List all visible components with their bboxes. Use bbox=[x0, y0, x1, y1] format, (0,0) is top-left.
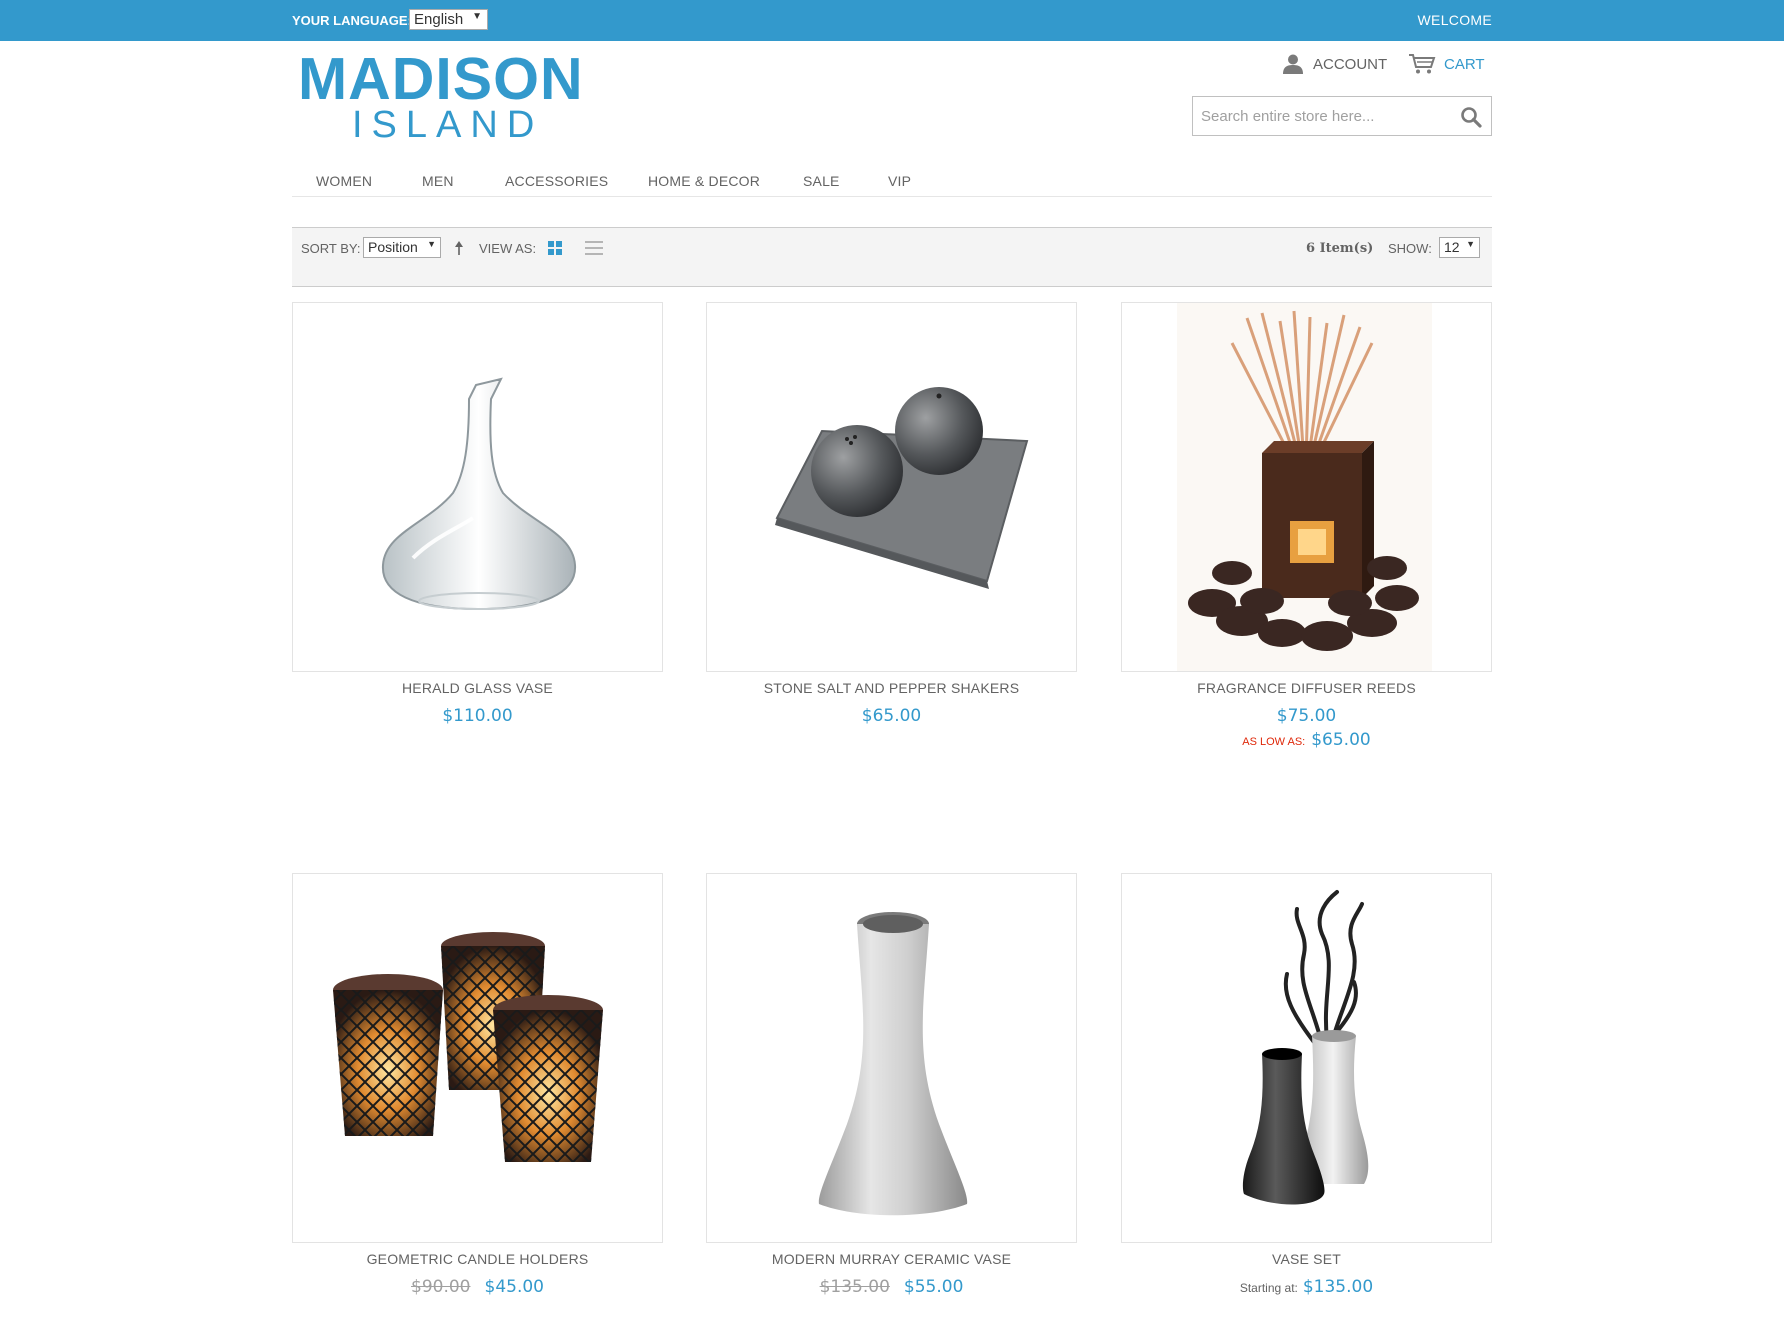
special-price: $45.00 bbox=[484, 1277, 544, 1297]
product-name[interactable]: MODERN MURRAY CERAMIC VASE bbox=[706, 1251, 1077, 1267]
user-icon bbox=[1283, 54, 1303, 74]
product-name[interactable]: VASE SET bbox=[1121, 1251, 1492, 1267]
chevron-down-icon: ▼ bbox=[427, 239, 436, 249]
product-image[interactable] bbox=[1121, 873, 1492, 1243]
old-price: $90.00 bbox=[411, 1277, 471, 1297]
nav-item-sale[interactable]: SALE bbox=[803, 173, 840, 189]
price-box: $65.00 bbox=[706, 706, 1077, 726]
search-icon bbox=[1461, 107, 1482, 128]
product-image[interactable] bbox=[706, 302, 1077, 672]
account-link[interactable]: ACCOUNT bbox=[1282, 52, 1387, 76]
product-image[interactable] bbox=[1121, 302, 1492, 672]
language-select[interactable]: English ▼ bbox=[409, 9, 488, 30]
product-toolbar: SORT BY: Position ▼ VIEW AS: 6 Item(s) S… bbox=[292, 227, 1492, 287]
cart-link[interactable]: CART bbox=[1408, 52, 1485, 76]
view-as-label: VIEW AS: bbox=[479, 241, 537, 256]
nav-item-home-decor[interactable]: HOME & DECOR bbox=[648, 173, 760, 189]
main-nav: WOMEN MEN ACCESSORIES HOME & DECOR SALE … bbox=[292, 166, 1492, 197]
list-view-icon[interactable] bbox=[585, 241, 603, 255]
language-label: YOUR LANGUAGE: bbox=[292, 13, 412, 28]
stone-shakers-image bbox=[775, 387, 1029, 589]
logo-sub-text: ISLAND bbox=[352, 104, 544, 146]
sort-by-select[interactable]: Position ▼ bbox=[363, 237, 441, 258]
sort-by-label: SORT BY: bbox=[301, 241, 361, 256]
price-box: Starting at: $135.00 bbox=[1121, 1277, 1492, 1297]
nav-item-accessories[interactable]: ACCESSORIES bbox=[505, 173, 608, 189]
grid-view-icon[interactable] bbox=[548, 241, 562, 255]
special-price: $55.00 bbox=[903, 1277, 964, 1297]
candle-holders-image bbox=[333, 932, 603, 1162]
product-card: GEOMETRIC CANDLE HOLDERS $90.00 $45.00 bbox=[292, 873, 663, 1297]
top-bar: YOUR LANGUAGE: English ▼ WELCOME bbox=[0, 0, 1784, 41]
product-card: VASE SET Starting at: $135.00 bbox=[1121, 873, 1492, 1297]
store-logo[interactable]: MADISON ISLAND bbox=[292, 41, 592, 151]
product-name[interactable]: FRAGRANCE DIFFUSER REEDS bbox=[1121, 680, 1492, 696]
product-name[interactable]: STONE SALT AND PEPPER SHAKERS bbox=[706, 680, 1077, 696]
items-count: 6 Item(s) bbox=[1306, 241, 1374, 256]
product-price: $65.00 bbox=[861, 706, 922, 726]
welcome-message: WELCOME bbox=[1417, 12, 1492, 28]
vase-set-image bbox=[1242, 890, 1369, 1205]
sort-by-value: Position bbox=[368, 239, 418, 255]
show-limit-select[interactable]: 12 ▼ bbox=[1439, 237, 1480, 258]
product-image[interactable] bbox=[292, 873, 663, 1243]
cart-icon bbox=[1409, 54, 1436, 74]
chevron-down-icon: ▼ bbox=[472, 11, 482, 22]
show-limit-value: 12 bbox=[1444, 239, 1460, 255]
price-box: $90.00 $45.00 bbox=[292, 1277, 663, 1297]
show-label: SHOW: bbox=[1388, 241, 1432, 256]
product-card: STONE SALT AND PEPPER SHAKERS $65.00 bbox=[706, 302, 1077, 726]
price-box: $135.00 $55.00 bbox=[706, 1277, 1077, 1297]
account-label: ACCOUNT bbox=[1313, 55, 1388, 73]
cart-label: CART bbox=[1444, 55, 1485, 73]
product-name[interactable]: HERALD GLASS VASE bbox=[292, 680, 663, 696]
logo-main-text: MADISON bbox=[298, 46, 584, 112]
old-price: $135.00 bbox=[819, 1277, 890, 1297]
chevron-down-icon: ▼ bbox=[1466, 239, 1475, 249]
product-image[interactable] bbox=[706, 873, 1077, 1243]
price-box: $75.00 bbox=[1121, 706, 1492, 726]
nav-item-men[interactable]: MEN bbox=[422, 173, 454, 189]
product-price: $110.00 bbox=[442, 706, 513, 726]
search-button[interactable] bbox=[1459, 105, 1483, 129]
nav-item-vip[interactable]: VIP bbox=[888, 173, 911, 189]
product-name[interactable]: GEOMETRIC CANDLE HOLDERS bbox=[292, 1251, 663, 1267]
as-low-as-label: AS LOW AS: bbox=[1242, 736, 1306, 748]
price-box: $110.00 bbox=[292, 706, 663, 726]
product-price: $135.00 bbox=[1302, 1277, 1374, 1297]
language-value: English bbox=[414, 11, 464, 28]
product-card: HERALD GLASS VASE $110.00 bbox=[292, 302, 663, 726]
search-box bbox=[1192, 96, 1492, 136]
product-card: FRAGRANCE DIFFUSER REEDS $75.00 AS LOW A… bbox=[1121, 302, 1492, 750]
glass-vase-image bbox=[381, 377, 577, 611]
ceramic-vase-image bbox=[818, 912, 968, 1216]
starting-at-label: Starting at: bbox=[1239, 1281, 1298, 1295]
minimal-price-box: AS LOW AS: $65.00 bbox=[1121, 730, 1492, 750]
search-input[interactable] bbox=[1201, 106, 1451, 126]
diffuser-reeds-image bbox=[1177, 303, 1432, 671]
product-card: MODERN MURRAY CERAMIC VASE $135.00 $55.00 bbox=[706, 873, 1077, 1297]
nav-item-women[interactable]: WOMEN bbox=[316, 173, 372, 189]
minimal-price: $65.00 bbox=[1311, 730, 1371, 750]
product-price: $75.00 bbox=[1276, 706, 1337, 726]
sort-direction-icon[interactable] bbox=[452, 240, 466, 256]
product-image[interactable] bbox=[292, 302, 663, 672]
